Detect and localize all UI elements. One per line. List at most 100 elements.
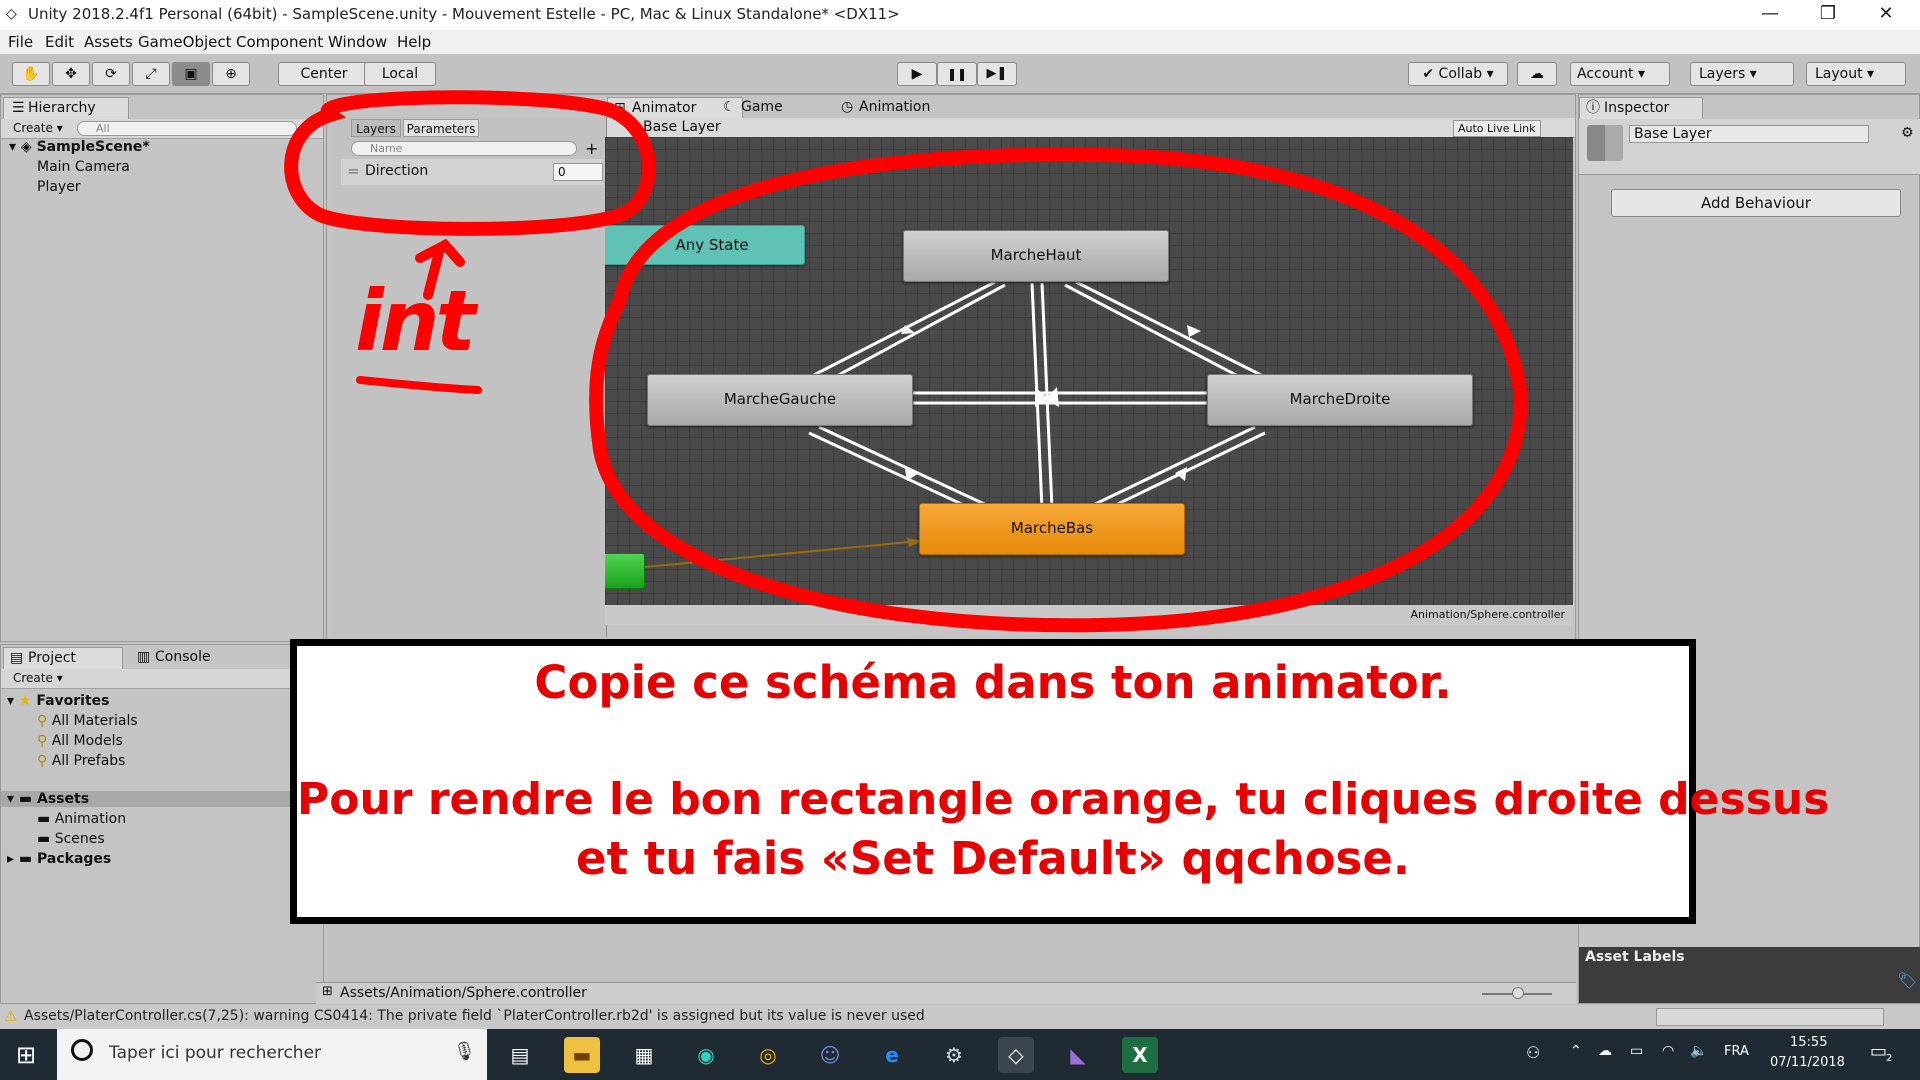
excel-icon[interactable]: X bbox=[1122, 1037, 1158, 1073]
hierarchy-create-button[interactable]: Create ▾ bbox=[13, 121, 63, 135]
language-indicator[interactable]: FRA bbox=[1724, 1044, 1749, 1059]
layers-dropdown[interactable]: Layers ▾ bbox=[1690, 62, 1794, 86]
menu-window[interactable]: Window bbox=[328, 33, 387, 51]
tab-animation[interactable]: ◷ Animation bbox=[835, 97, 975, 119]
calculator-icon[interactable]: ▦ bbox=[626, 1037, 662, 1073]
scene-item[interactable]: ▾ ◈ SampleScene* bbox=[9, 139, 150, 155]
asset-folder-animation[interactable]: ▬ Animation bbox=[37, 811, 126, 827]
title-bar: ◇ Unity 2018.2.4f1 Personal (64bit) - Sa… bbox=[0, 0, 1920, 30]
add-behaviour-button[interactable]: Add Behaviour bbox=[1611, 189, 1901, 217]
auto-live-link-button[interactable]: Auto Live Link bbox=[1453, 120, 1541, 137]
chrome-icon[interactable]: ◎ bbox=[750, 1037, 786, 1073]
steam-icon[interactable]: ⚙ bbox=[936, 1037, 972, 1073]
favorites-item[interactable]: ▾ ★ Favorites bbox=[7, 693, 110, 709]
hierarchy-search-input[interactable]: All bbox=[77, 121, 297, 136]
restore-button[interactable]: ❐ bbox=[1800, 0, 1856, 30]
notification-count: 2 bbox=[1886, 1053, 1893, 1064]
minimize-button[interactable]: — bbox=[1742, 0, 1798, 30]
task-view-icon[interactable]: ▤ bbox=[502, 1037, 538, 1073]
pivot-local-button[interactable]: Local bbox=[364, 62, 436, 86]
menu-help[interactable]: Help bbox=[397, 33, 431, 51]
state-node-marchedroite[interactable]: MarcheDroite bbox=[1207, 374, 1473, 426]
any-state-node[interactable]: Any State bbox=[605, 225, 805, 265]
transition-line bbox=[1084, 425, 1256, 511]
inspector-tab[interactable]: ⓘ Inspector bbox=[1579, 97, 1703, 119]
parameter-search-input[interactable]: Name bbox=[351, 141, 577, 156]
tab-console[interactable]: ▥ Console bbox=[131, 647, 251, 669]
layout-dropdown[interactable]: Layout ▾ bbox=[1806, 62, 1906, 86]
parameters-sub-tab[interactable]: Parameters bbox=[403, 119, 479, 137]
search-icon: ⚲ bbox=[37, 713, 48, 729]
volume-icon[interactable]: 🔈 bbox=[1690, 1043, 1707, 1059]
people-icon[interactable]: ⚇ bbox=[1526, 1043, 1540, 1062]
move-tool-button[interactable]: ✥ bbox=[52, 62, 90, 86]
collab-button[interactable]: ✔ Collab ▾ bbox=[1408, 62, 1508, 86]
base-layer-breadcrumb[interactable]: Base Layer bbox=[643, 119, 721, 135]
transform-tool-button[interactable]: ⊕ bbox=[212, 62, 250, 86]
pause-button[interactable]: ❚❚ bbox=[937, 62, 977, 86]
layers-sub-tab[interactable]: Layers bbox=[351, 119, 401, 137]
parameter-value-field[interactable]: 0 bbox=[553, 163, 603, 181]
favorite-all-materials[interactable]: ⚲ All Materials bbox=[37, 713, 138, 729]
step-button[interactable]: ▶❚ bbox=[977, 62, 1017, 86]
entry-node[interactable] bbox=[605, 553, 645, 589]
add-parameter-icon[interactable]: + bbox=[585, 139, 598, 158]
favorite-all-models[interactable]: ⚲ All Models bbox=[37, 733, 123, 749]
notification-icon[interactable]: ▭ bbox=[1870, 1041, 1887, 1062]
scale-tool-button[interactable]: ⤢ bbox=[132, 62, 170, 86]
close-button[interactable]: ✕ bbox=[1858, 0, 1914, 30]
window-title: Unity 2018.2.4f1 Personal (64bit) - Samp… bbox=[28, 5, 900, 23]
assets-item[interactable]: ▾ ▬ Assets bbox=[1, 791, 323, 807]
gitkraken-icon[interactable]: ◉ bbox=[688, 1037, 724, 1073]
menu-file[interactable]: File bbox=[8, 33, 33, 51]
transition-line bbox=[809, 280, 996, 379]
microphone-icon[interactable]: 🎙 bbox=[453, 1041, 476, 1062]
settings-icon[interactable]: ⚙ bbox=[1901, 125, 1914, 141]
windows-start-icon[interactable]: ⊞ bbox=[16, 1041, 36, 1069]
parameter-name[interactable]: Direction bbox=[365, 163, 428, 179]
favorite-all-prefabs[interactable]: ⚲ All Prefabs bbox=[37, 753, 125, 769]
wifi-icon[interactable]: ◠ bbox=[1662, 1043, 1674, 1059]
zoom-slider-handle[interactable] bbox=[1512, 987, 1524, 999]
file-explorer-icon[interactable]: ▬ bbox=[564, 1037, 600, 1073]
hand-tool-button[interactable]: ✋ bbox=[12, 62, 50, 86]
clock-date[interactable]: 07/11/2018 bbox=[1770, 1055, 1845, 1070]
account-dropdown[interactable]: Account ▾ bbox=[1570, 62, 1670, 86]
rotate-tool-button[interactable]: ⟳ bbox=[92, 62, 130, 86]
layer-name-field[interactable]: Base Layer bbox=[1629, 125, 1869, 143]
menu-gameobject[interactable]: GameObject bbox=[138, 33, 232, 51]
pivot-center-button[interactable]: Center bbox=[278, 62, 370, 86]
hierarchy-tab[interactable]: ☰ Hierarchy bbox=[3, 97, 129, 119]
visual-studio-icon[interactable]: ◣ bbox=[1060, 1037, 1096, 1073]
discord-icon[interactable]: ☺ bbox=[812, 1037, 848, 1073]
rect-tool-button[interactable]: ▣ bbox=[172, 62, 210, 86]
tab-game[interactable]: ☾ Game bbox=[717, 97, 829, 119]
hierarchy-item-player[interactable]: Player bbox=[37, 179, 81, 195]
state-node-marchegauche[interactable]: MarcheGauche bbox=[647, 374, 913, 426]
tag-icon[interactable]: 🏷 bbox=[1897, 971, 1917, 990]
chevron-up-icon[interactable]: ⌃ bbox=[1570, 1043, 1582, 1059]
menu-component[interactable]: Component bbox=[236, 33, 323, 51]
unity-icon[interactable]: ◇ bbox=[998, 1037, 1034, 1073]
edge-icon[interactable]: e bbox=[874, 1037, 910, 1073]
project-create-button[interactable]: Create ▾ bbox=[13, 671, 63, 685]
tab-project[interactable]: ▤ Project bbox=[3, 647, 123, 669]
cloud-button[interactable]: ☁ bbox=[1517, 62, 1557, 86]
battery-icon[interactable]: ▭ bbox=[1630, 1043, 1643, 1059]
animator-graph[interactable]: Any State MarcheHaut MarcheGauche Marche… bbox=[605, 137, 1573, 625]
menu-assets[interactable]: Assets bbox=[84, 33, 133, 51]
status-warning-text[interactable]: Assets/PlaterController.cs(7,25): warnin… bbox=[24, 1008, 925, 1024]
hierarchy-item-main-camera[interactable]: Main Camera bbox=[37, 159, 130, 175]
onedrive-icon[interactable]: ☁ bbox=[1598, 1043, 1612, 1059]
packages-item[interactable]: ▸ ▬ Packages bbox=[7, 851, 111, 867]
instruction-line-3: et tu fais «Set Default» qqchose. bbox=[576, 832, 1410, 885]
state-node-marchehaut[interactable]: MarcheHaut bbox=[903, 230, 1169, 282]
play-button[interactable]: ▶ bbox=[897, 62, 937, 86]
state-node-marchebas[interactable]: MarcheBas bbox=[919, 503, 1185, 555]
status-bar[interactable]: ⚠ Assets/PlaterController.cs(7,25): warn… bbox=[0, 1005, 1920, 1029]
taskbar-search-box[interactable]: Taper ici pour rechercher 🎙 bbox=[57, 1029, 487, 1080]
drag-handle-icon[interactable]: = bbox=[347, 162, 360, 180]
asset-folder-scenes[interactable]: ▬ Scenes bbox=[37, 831, 105, 847]
clock-time[interactable]: 15:55 bbox=[1790, 1035, 1827, 1050]
menu-edit[interactable]: Edit bbox=[45, 33, 74, 51]
